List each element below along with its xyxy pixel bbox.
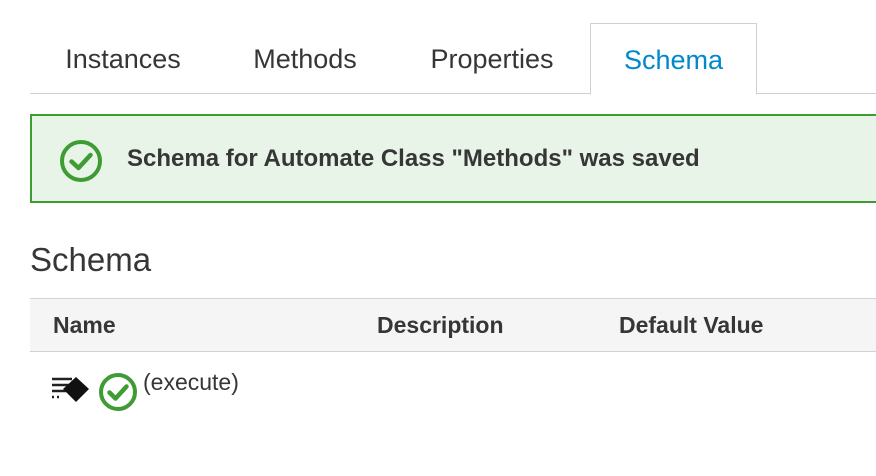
row-name-cell: (execute)	[143, 369, 239, 395]
section-title: Schema	[30, 241, 152, 278]
tab-methods[interactable]: Methods	[216, 23, 394, 94]
column-header-default-value[interactable]: Default Value	[619, 299, 763, 351]
check-circle-icon	[99, 373, 137, 411]
success-alert: Schema for Automate Class "Methods" was …	[30, 114, 876, 203]
column-header-description[interactable]: Description	[377, 299, 504, 351]
method-execute-icon	[52, 377, 89, 402]
page: Instances Methods Properties Schema Sche…	[0, 0, 876, 476]
check-circle-icon	[60, 140, 102, 182]
table-header: Name Description Default Value	[30, 298, 876, 352]
tab-properties[interactable]: Properties	[394, 23, 590, 94]
schema-table: Name Description Default Value (execute)	[30, 298, 876, 414]
column-header-name[interactable]: Name	[53, 299, 116, 351]
tab-bar: Instances Methods Properties Schema	[30, 23, 876, 95]
alert-message: Schema for Automate Class "Methods" was …	[127, 145, 700, 172]
table-row[interactable]: (execute)	[30, 352, 876, 414]
tab-schema[interactable]: Schema	[590, 23, 757, 95]
tab-instances[interactable]: Instances	[30, 23, 216, 94]
